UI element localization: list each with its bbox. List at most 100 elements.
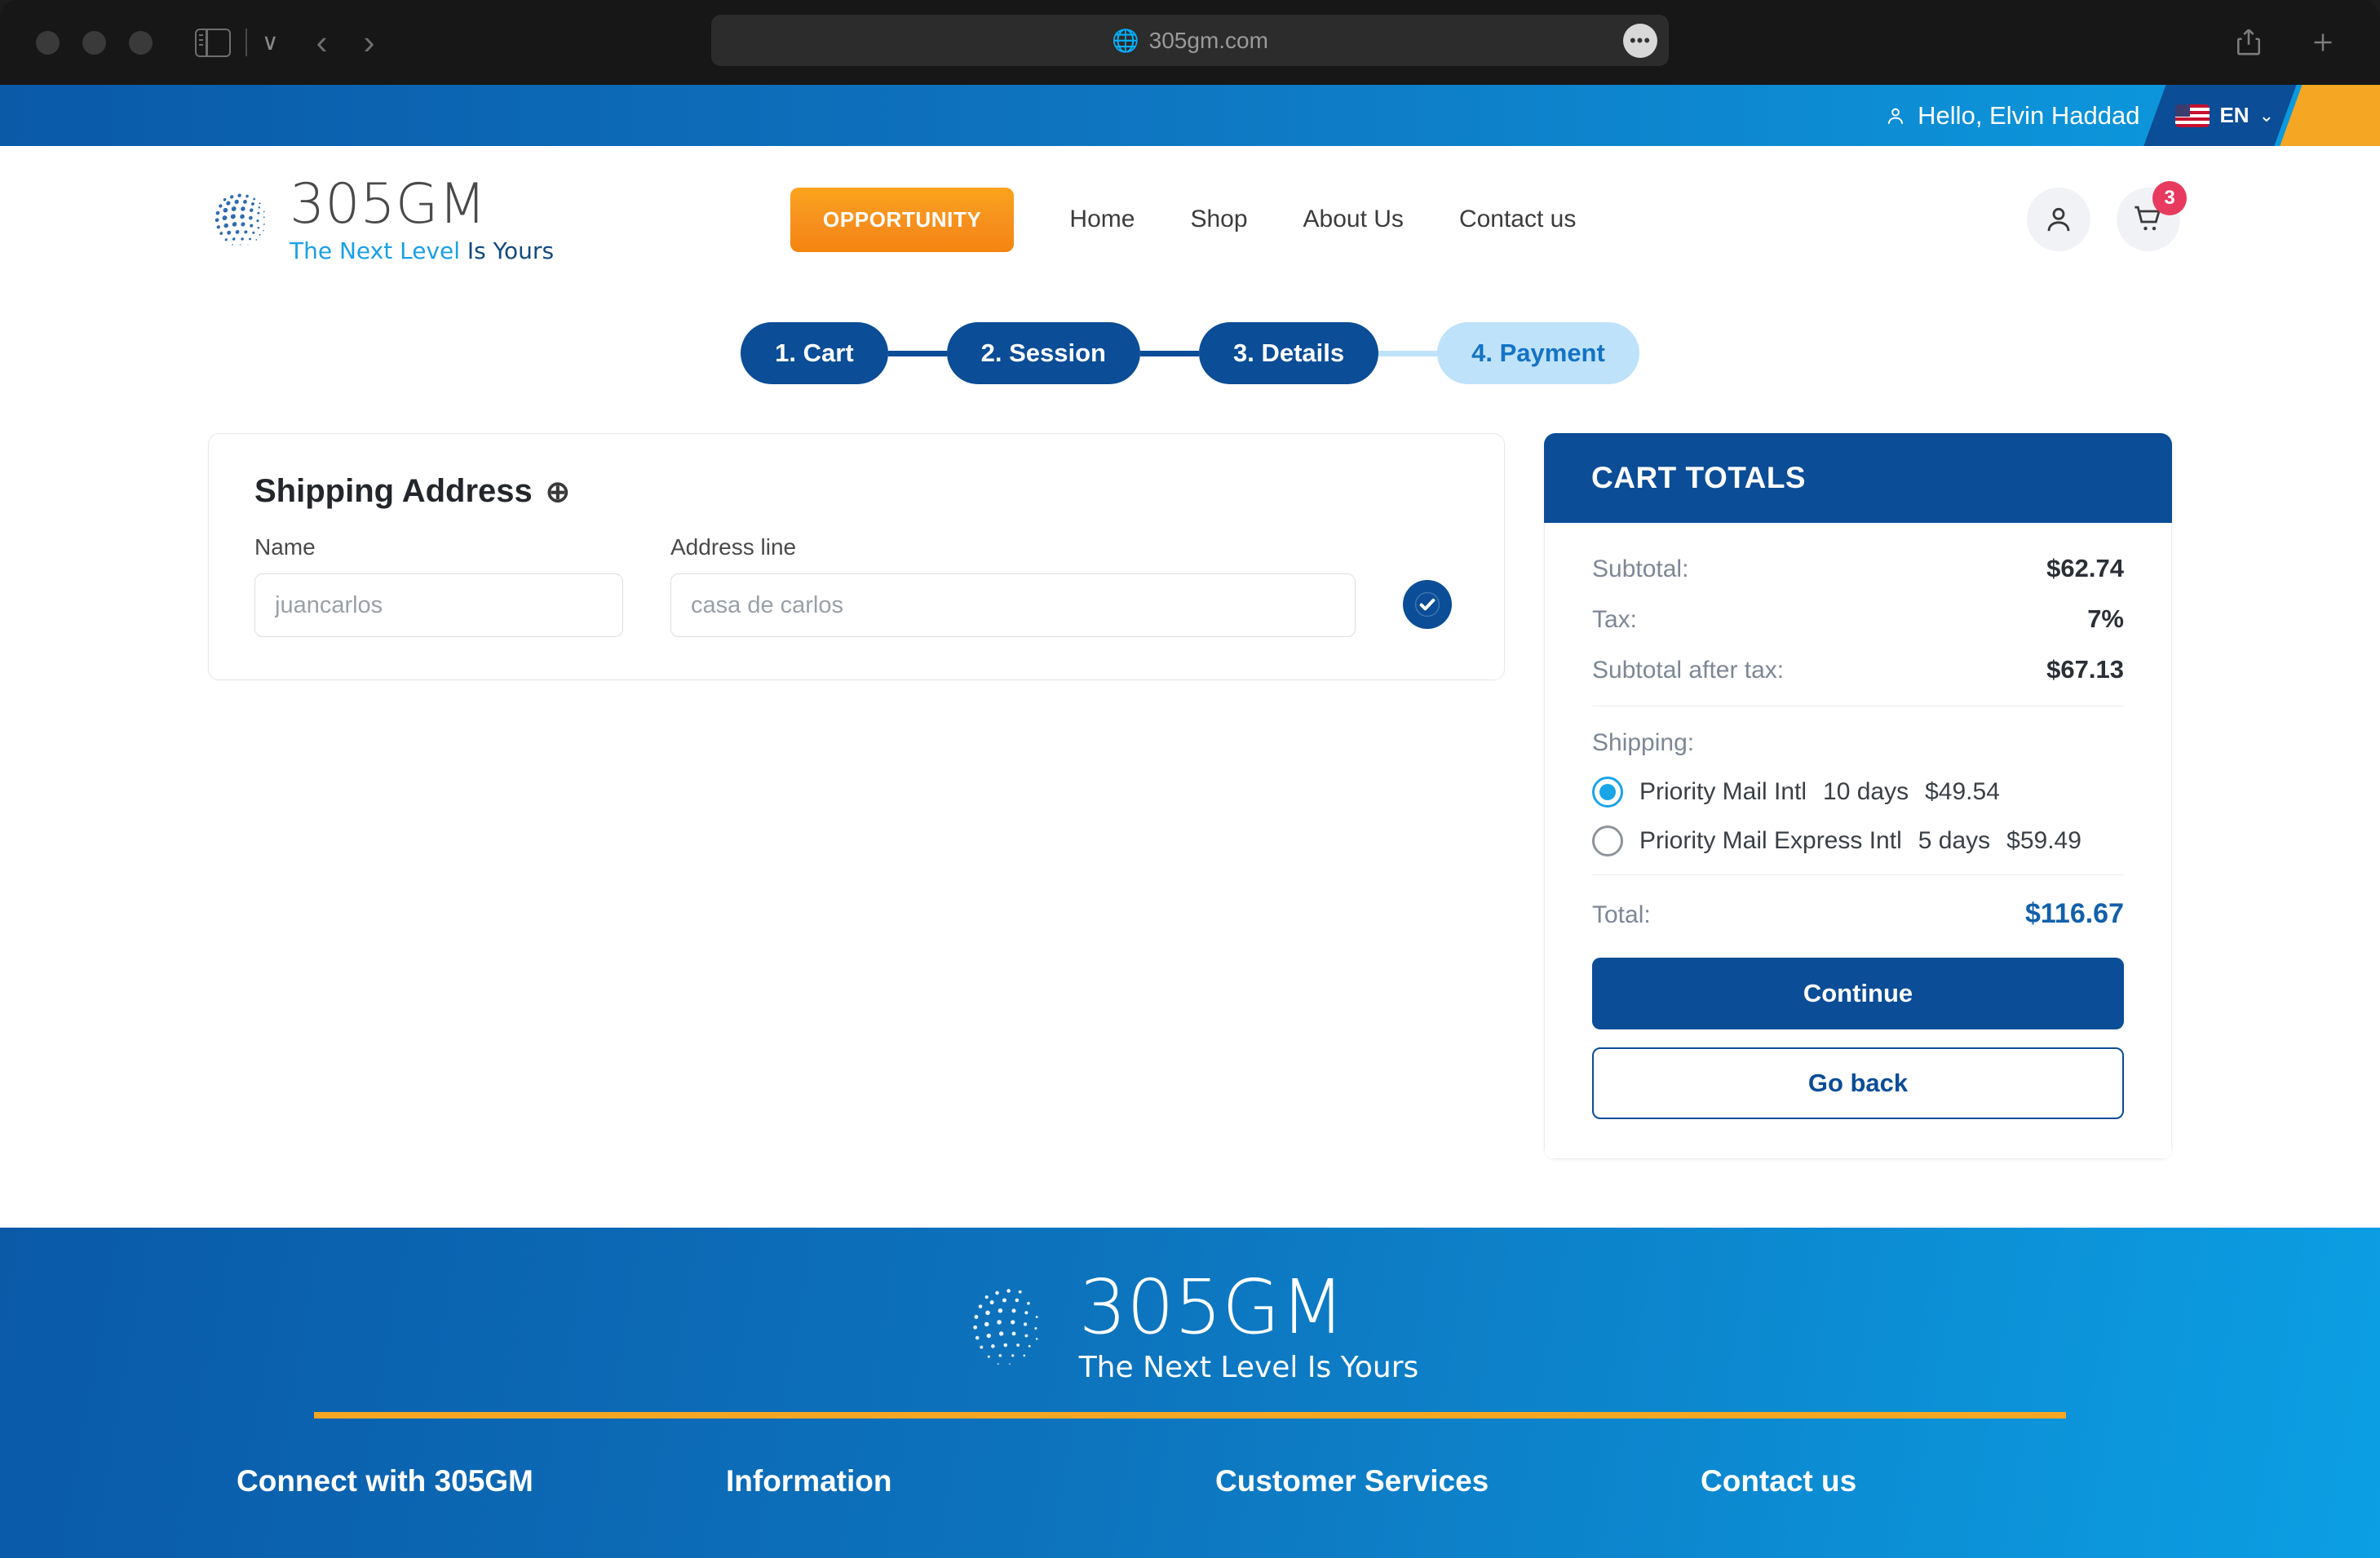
nav-item-home[interactable]: Home [1069, 206, 1135, 233]
shipping-option-express-days: 5 days [1918, 827, 1991, 854]
name-field-label: Name [254, 534, 316, 560]
footer-column-connect[interactable]: Connect with 305GM [237, 1464, 726, 1498]
step-cart[interactable]: 1. Cart [741, 322, 888, 384]
back-button[interactable]: ‹ [316, 25, 328, 60]
shipping-divider [1592, 874, 2124, 875]
shipping-option-priority-days: 10 days [1823, 778, 1909, 805]
step-connector [1140, 350, 1199, 356]
page-menu-icon[interactable]: ••• [1623, 23, 1657, 58]
checkout-content: Shipping Address ⊕ Name Address line [0, 433, 2380, 1159]
maximize-window-button[interactable] [129, 30, 153, 55]
logo-wordmark: 305GM [290, 171, 487, 237]
subtotal-after-tax-label: Subtotal after tax: [1592, 657, 1785, 684]
footer-logo-wordmark: 305GM [1078, 1264, 1345, 1351]
subtotal-after-tax-row: Subtotal after tax: $67.13 [1592, 655, 2124, 684]
site-logo[interactable]: 305GM The Next Level Is Yours [208, 171, 555, 264]
main-navigation: OPPORTUNITY Home Shop About Us Contact u… [790, 187, 1576, 252]
globe-logo-icon [962, 1274, 1066, 1379]
tagline-part-a: The Next Level [290, 237, 467, 264]
step-details[interactable]: 3. Details [1199, 322, 1379, 384]
globe-logo-icon [208, 184, 278, 255]
step-payment[interactable]: 4. Payment [1437, 322, 1639, 384]
step-session[interactable]: 2. Session [946, 322, 1140, 384]
cart-totals-heading: CART TOTALS [1544, 433, 2172, 523]
site-footer: 305GM The Next Level Is Yours Connect wi… [0, 1228, 2380, 1558]
footer-columns: Connect with 305GM Information Customer … [237, 1464, 2380, 1498]
language-selector[interactable]: EN ⌄ [2175, 103, 2274, 128]
new-tab-icon[interactable] [2308, 28, 2338, 57]
account-button[interactable] [2027, 188, 2090, 251]
address-bar[interactable]: 🌐 305gm.com ••• [711, 15, 1669, 66]
footer-column-information[interactable]: Information [726, 1464, 1215, 1498]
tax-value: 7% [2087, 604, 2124, 633]
site-header: 305GM The Next Level Is Yours OPPORTUNIT… [0, 146, 2380, 293]
logo-tagline: The Next Level Is Yours [290, 237, 555, 264]
chevron-down-icon: ⌄ [2258, 104, 2274, 126]
shipping-address-title-text: Shipping Address [254, 473, 533, 509]
subtotal-label: Subtotal: [1592, 555, 1689, 582]
webpage: Hello, Elvin Haddad EN ⌄ 305GM The Next … [0, 85, 2380, 1558]
window-traffic-lights[interactable] [36, 30, 153, 55]
close-window-button[interactable] [36, 30, 60, 55]
shipping-option-express-name: Priority Mail Express Intl [1639, 827, 1902, 854]
check-icon [1414, 591, 1440, 617]
globe-icon: 🌐 [1112, 28, 1139, 53]
forward-button[interactable]: › [364, 25, 375, 60]
us-flag-icon [2175, 104, 2210, 127]
url-text: 305gm.com [1148, 27, 1268, 53]
toolbar-divider [246, 29, 247, 56]
tagline-part-b: Is Yours [467, 237, 555, 264]
subtotal-row: Subtotal: $62.74 [1592, 554, 2124, 583]
user-icon [1888, 108, 1904, 124]
nav-item-about-us[interactable]: About Us [1303, 206, 1404, 233]
confirm-address-button[interactable] [1403, 580, 1452, 629]
footer-column-customer-services[interactable]: Customer Services [1215, 1464, 1701, 1498]
cart-count-badge: 3 [2152, 181, 2187, 215]
cart-totals-card: CART TOTALS Subtotal: $62.74 Tax: 7% Sub… [1544, 433, 2172, 1159]
address-field-group: Address line [670, 534, 1356, 637]
shipping-option-priority-name: Priority Mail Intl [1639, 778, 1807, 805]
continue-button[interactable]: Continue [1592, 958, 2124, 1029]
step-connector [1378, 350, 1438, 356]
footer-logo[interactable]: 305GM The Next Level Is Yours [0, 1228, 2380, 1383]
address-field-label: Address line [670, 534, 797, 560]
address-line-input[interactable] [670, 573, 1356, 637]
shipping-option-priority[interactable]: Priority Mail Intl 10 days $49.54 [1592, 777, 2124, 808]
nav-item-shop[interactable]: Shop [1190, 206, 1247, 233]
shipping-address-card: Shipping Address ⊕ Name Address line [208, 433, 1505, 680]
shipping-option-express-price: $59.49 [2006, 827, 2081, 854]
subtotal-after-tax-value: $67.13 [2046, 655, 2124, 684]
shipping-section-label: Shipping: [1592, 729, 1695, 756]
user-icon [2047, 207, 2070, 232]
language-label: EN [2219, 103, 2249, 127]
utility-bar: Hello, Elvin Haddad EN ⌄ [0, 85, 2380, 146]
chevron-down-icon[interactable]: ∨ [262, 31, 279, 54]
name-field-group: Name [254, 534, 623, 637]
footer-divider [314, 1412, 2066, 1419]
cart-button[interactable]: 3 [2117, 181, 2187, 251]
share-icon[interactable] [2235, 26, 2263, 59]
footer-logo-tagline: The Next Level Is Yours [1078, 1351, 1419, 1384]
minimize-window-button[interactable] [82, 30, 106, 55]
go-back-button[interactable]: Go back [1592, 1047, 2124, 1119]
radio-unselected-icon[interactable] [1592, 825, 1623, 856]
footer-column-contact-us[interactable]: Contact us [1701, 1464, 1856, 1498]
tax-label: Tax: [1592, 606, 1638, 633]
subtotal-value: $62.74 [2046, 554, 2124, 582]
shipping-option-priority-price: $49.54 [1925, 778, 2000, 805]
shipping-option-express[interactable]: Priority Mail Express Intl 5 days $59.49 [1592, 825, 2124, 856]
browser-chrome: ∨ ‹ › 🌐 305gm.com ••• [0, 0, 2380, 85]
total-label: Total: [1592, 901, 1651, 928]
add-address-icon[interactable]: ⊕ [546, 475, 570, 509]
tax-row: Tax: 7% [1592, 604, 2124, 634]
step-connector [887, 350, 947, 356]
nav-item-contact-us[interactable]: Contact us [1459, 206, 1576, 233]
name-input[interactable] [254, 573, 623, 637]
sidebar-toggle-icon[interactable] [195, 28, 231, 57]
opportunity-button[interactable]: OPPORTUNITY [790, 187, 1015, 252]
radio-selected-icon[interactable] [1592, 777, 1623, 808]
checkout-progress: 1. Cart 2. Session 3. Details 4. Payment [0, 322, 2380, 384]
user-greeting[interactable]: Hello, Elvin Haddad [1885, 101, 2139, 131]
total-row: Total: $116.67 [1592, 898, 2124, 930]
shipping-address-title: Shipping Address ⊕ [254, 473, 1458, 510]
